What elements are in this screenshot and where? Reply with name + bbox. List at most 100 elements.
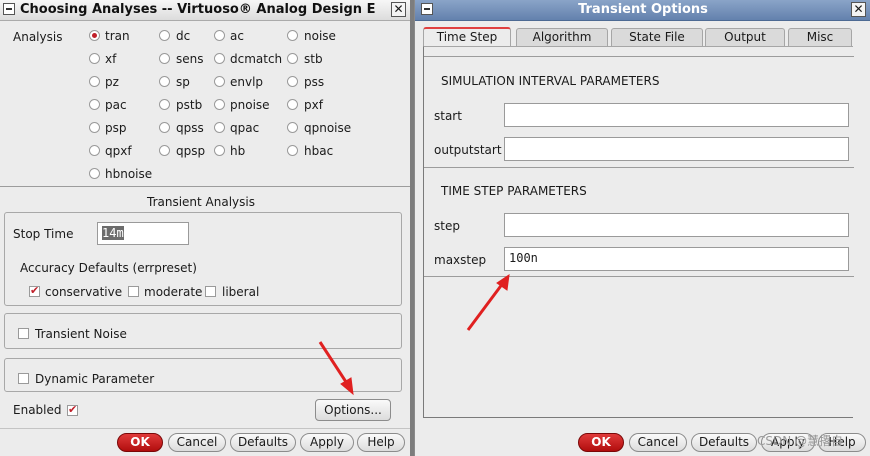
dynamic-parameter-checkbox[interactable] [18, 373, 29, 384]
enabled-label: Enabled [13, 403, 62, 417]
step-input[interactable] [504, 213, 849, 237]
dynamic-parameter-label: Dynamic Parameter [35, 372, 155, 386]
radio-pstb-label: pstb [176, 98, 203, 112]
radio-qpnoise[interactable] [287, 122, 298, 133]
step-label: step [434, 219, 460, 233]
choosing-analyses-window: Choosing Analyses -- Virtuoso® Analog De… [0, 0, 410, 456]
radio-envlp[interactable] [214, 76, 225, 87]
radio-sens[interactable] [159, 53, 170, 64]
title-bar[interactable]: Choosing Analyses -- Virtuoso® Analog De… [0, 0, 410, 21]
window-menu-icon[interactable] [3, 3, 15, 15]
watermark: CSDN @慧撂自 [757, 434, 844, 448]
radio-stb[interactable] [287, 53, 298, 64]
radio-xf-label: xf [105, 52, 117, 66]
radio-xf[interactable] [89, 53, 100, 64]
start-label: start [434, 109, 462, 123]
tab-state-file[interactable]: State File [611, 28, 703, 46]
dynamic-parameter-frame: Dynamic Parameter [4, 358, 402, 392]
defaults-button[interactable]: Defaults [691, 433, 757, 452]
radio-pxf-label: pxf [304, 98, 323, 112]
radio-pz[interactable] [89, 76, 100, 87]
radio-pxf[interactable] [287, 99, 298, 110]
radio-pnoise[interactable] [214, 99, 225, 110]
radio-psp[interactable] [89, 122, 100, 133]
radio-dc[interactable] [159, 30, 170, 41]
cancel-button[interactable]: Cancel [629, 433, 687, 452]
accuracy-label: Accuracy Defaults (errpreset) [20, 261, 197, 275]
radio-hbnoise[interactable] [89, 168, 100, 179]
radio-dcmatch-label: dcmatch [230, 52, 283, 66]
radio-qpsp[interactable] [159, 145, 170, 156]
liberal-checkbox[interactable] [205, 286, 216, 297]
radio-hbac[interactable] [287, 145, 298, 156]
close-icon[interactable]: ✕ [851, 2, 866, 17]
radio-qpss-label: qpss [176, 121, 204, 135]
window-title: Transient Options [578, 2, 708, 17]
radio-qpxf[interactable] [89, 145, 100, 156]
radio-ac[interactable] [214, 30, 225, 41]
transient-settings-frame: Stop Time 14m Accuracy Defaults (errpres… [4, 212, 402, 306]
radio-tran[interactable] [89, 30, 100, 41]
stop-time-input[interactable]: 14m [97, 222, 189, 245]
transient-noise-checkbox[interactable] [18, 328, 29, 339]
divider [424, 276, 854, 277]
radio-qpac-label: qpac [230, 121, 260, 135]
maxstep-input[interactable]: 100n [504, 247, 849, 271]
radio-ac-label: ac [230, 29, 244, 43]
sim-interval-heading: SIMULATION INTERVAL PARAMETERS [441, 74, 660, 88]
tab-time-step[interactable]: Time Step [423, 27, 511, 46]
radio-stb-label: stb [304, 52, 323, 66]
radio-pz-label: pz [105, 75, 119, 89]
options-button[interactable]: Options... [315, 399, 391, 421]
help-button[interactable]: Help [357, 433, 405, 452]
tab-output[interactable]: Output [705, 28, 785, 46]
cancel-button[interactable]: Cancel [168, 433, 226, 452]
tab-algorithm[interactable]: Algorithm [516, 28, 608, 46]
radio-qpac[interactable] [214, 122, 225, 133]
radio-pstb[interactable] [159, 99, 170, 110]
radio-pac[interactable] [89, 99, 100, 110]
ok-button[interactable]: OK [578, 433, 624, 452]
footer-divider [0, 428, 410, 429]
radio-dcmatch[interactable] [214, 53, 225, 64]
transient-options-window: Transient Options ✕ Time Step Algorithm … [414, 0, 870, 456]
ok-button[interactable]: OK [117, 433, 163, 452]
conservative-checkbox[interactable] [29, 284, 40, 297]
apply-button[interactable]: Apply [300, 433, 354, 452]
maxstep-label: maxstep [434, 253, 487, 267]
defaults-button[interactable]: Defaults [230, 433, 296, 452]
liberal-label: liberal [222, 285, 260, 299]
radio-sp[interactable] [159, 76, 170, 87]
tab-misc[interactable]: Misc [788, 28, 852, 46]
transient-noise-frame: Transient Noise [4, 313, 402, 349]
radio-qpsp-label: qpsp [176, 144, 206, 158]
transient-noise-label: Transient Noise [35, 327, 127, 341]
radio-hb[interactable] [214, 145, 225, 156]
radio-pss-label: pss [304, 75, 325, 89]
radio-qpxf-label: qpxf [105, 144, 132, 158]
time-step-panel: SIMULATION INTERVAL PARAMETERS start out… [423, 46, 854, 418]
enabled-checkbox[interactable] [67, 403, 78, 416]
time-step-heading: TIME STEP PARAMETERS [441, 184, 587, 198]
outputstart-input[interactable] [504, 137, 849, 161]
outputstart-label: outputstart [434, 143, 502, 157]
divider [0, 186, 410, 187]
radio-sens-label: sens [176, 52, 204, 66]
radio-sp-label: sp [176, 75, 190, 89]
moderate-checkbox[interactable] [128, 286, 139, 297]
radio-pnoise-label: pnoise [230, 98, 270, 112]
close-icon[interactable]: ✕ [391, 2, 406, 17]
moderate-label: moderate [144, 285, 203, 299]
radio-hbac-label: hbac [304, 144, 334, 158]
radio-hb-label: hb [230, 144, 246, 158]
radio-pac-label: pac [105, 98, 127, 112]
radio-hbnoise-label: hbnoise [105, 167, 153, 181]
radio-noise-label: noise [304, 29, 336, 43]
radio-pss[interactable] [287, 76, 298, 87]
radio-noise[interactable] [287, 30, 298, 41]
title-bar[interactable]: Transient Options ✕ [415, 0, 870, 21]
radio-qpnoise-label: qpnoise [304, 121, 352, 135]
section-title: Transient Analysis [147, 195, 255, 209]
start-input[interactable] [504, 103, 849, 127]
radio-qpss[interactable] [159, 122, 170, 133]
